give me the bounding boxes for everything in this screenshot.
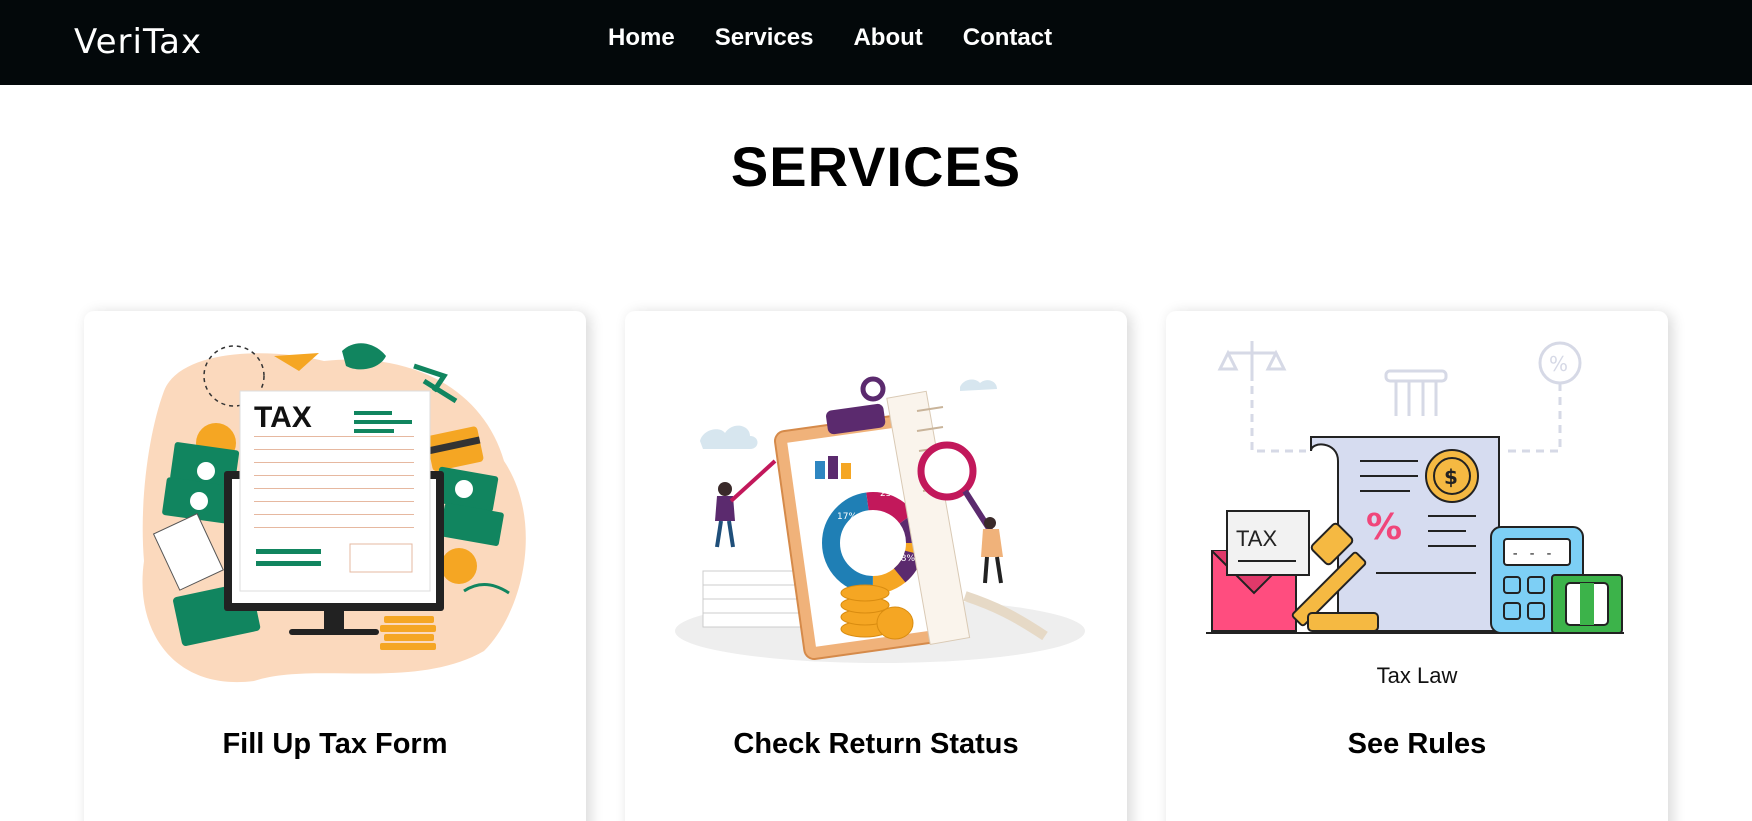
svg-text:%: % <box>1549 352 1568 376</box>
brand-logo[interactable]: VeriTax <box>74 22 202 62</box>
main-nav: Home Services About Contact <box>608 24 1052 52</box>
dollar-symbol: $ <box>1444 465 1458 489</box>
top-navbar: VeriTax Home Services About Contact <box>0 0 1752 85</box>
chart-label-48: 48% <box>895 554 915 564</box>
nav-link-about[interactable]: About <box>853 24 922 52</box>
tax-art-label: TAX <box>254 401 312 434</box>
nav-link-home[interactable]: Home <box>608 24 675 52</box>
return-status-illustration: 25% 17% 10% 48% <box>625 311 1127 691</box>
nav-link-services[interactable]: Services <box>715 24 814 52</box>
chart-label-10: 10% <box>843 544 863 554</box>
card-title-see-rules: See Rules <box>1347 728 1487 760</box>
page-title: SERVICES <box>730 135 1022 198</box>
chart-label-17: 17% <box>837 512 857 522</box>
tax-form-illustration: TAX <box>84 311 586 691</box>
art-caption-tax-law: Tax Law <box>1376 663 1458 688</box>
chart-label-25: 25% <box>880 489 900 499</box>
calculator-display: - - - <box>1511 546 1553 562</box>
service-card-tax-form[interactable]: TAX Fill Up Tax Form <box>84 311 586 821</box>
tax-law-illustration: % $ % TAX - - - <box>1166 311 1668 691</box>
tax-envelope-label: TAX <box>1236 526 1277 551</box>
card-title-return-status: Check Return Status <box>733 728 1019 760</box>
card-title-tax-form: Fill Up Tax Form <box>222 728 448 760</box>
service-card-see-rules[interactable]: % $ % TAX - - - Tax Law See Rules <box>1166 311 1668 821</box>
percent-symbol: % <box>1366 507 1402 548</box>
service-card-return-status[interactable]: 25% 17% 10% 48% Check Return Status <box>625 311 1127 821</box>
nav-link-contact[interactable]: Contact <box>963 24 1052 52</box>
